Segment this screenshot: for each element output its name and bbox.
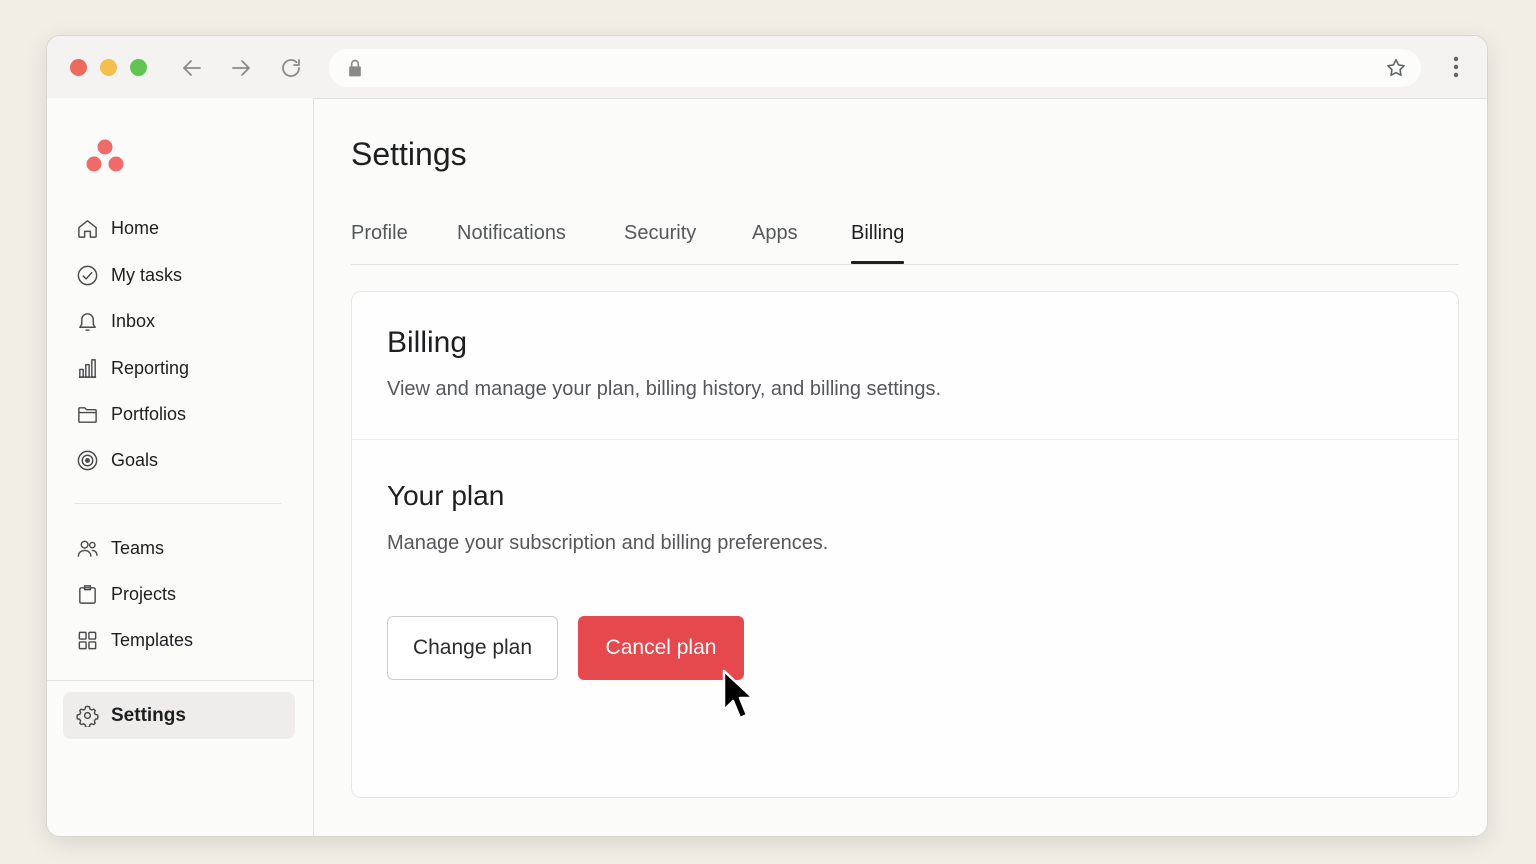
sidebar-item-inbox[interactable]: Inbox bbox=[63, 301, 295, 341]
bell-icon bbox=[75, 309, 99, 333]
change-plan-button[interactable]: Change plan bbox=[387, 616, 558, 680]
check-circle-icon bbox=[75, 263, 99, 287]
card-divider bbox=[352, 439, 1458, 440]
grid-icon bbox=[75, 628, 99, 652]
billing-section-description: View and manage your plan, billing histo… bbox=[387, 378, 942, 400]
sidebar-item-label: Goals bbox=[111, 449, 159, 470]
reload-button[interactable] bbox=[276, 53, 306, 83]
minimize-window-button[interactable] bbox=[100, 59, 117, 76]
tab-notifications[interactable]: Notifications bbox=[457, 222, 566, 262]
tab-profile[interactable]: Profile bbox=[351, 222, 408, 262]
forward-button[interactable] bbox=[226, 53, 256, 83]
sidebar-item-templates[interactable]: Templates bbox=[63, 620, 295, 660]
sidebar-divider bbox=[47, 680, 313, 681]
sidebar-item-label: Inbox bbox=[111, 310, 156, 331]
star-icon[interactable] bbox=[1385, 57, 1407, 79]
maximize-window-button[interactable] bbox=[130, 59, 147, 76]
tab-billing[interactable]: Billing bbox=[851, 222, 905, 264]
gear-icon bbox=[75, 704, 99, 728]
back-arrow-icon bbox=[183, 60, 201, 76]
people-icon bbox=[75, 536, 99, 560]
sidebar-item-reporting[interactable]: Reporting bbox=[63, 348, 295, 388]
close-window-button[interactable] bbox=[70, 59, 87, 76]
sidebar-divider bbox=[75, 503, 281, 504]
lock-icon bbox=[349, 59, 361, 77]
sidebar-item-label: Reporting bbox=[111, 357, 190, 378]
sidebar-item-label: Projects bbox=[111, 583, 177, 604]
folder-icon bbox=[75, 402, 99, 426]
cancel-plan-button[interactable]: Cancel plan bbox=[578, 616, 744, 680]
reload-icon bbox=[282, 59, 300, 77]
page-title: Settings bbox=[351, 136, 467, 172]
target-icon bbox=[75, 448, 99, 472]
browser-toolbar bbox=[47, 36, 1487, 99]
sidebar-item-home[interactable]: Home bbox=[63, 208, 295, 248]
plan-section-title: Your plan bbox=[387, 480, 505, 511]
sidebar-item-label: My tasks bbox=[111, 264, 183, 285]
bar-chart-icon bbox=[75, 356, 99, 380]
billing-card: Billing View and manage your plan, billi… bbox=[351, 291, 1459, 798]
sidebar: Home My tasks Inbox Reporting Portfolios bbox=[47, 98, 314, 836]
home-icon bbox=[75, 216, 99, 240]
sidebar-item-settings[interactable]: Settings bbox=[63, 692, 295, 739]
asana-logo-icon[interactable] bbox=[85, 138, 125, 174]
kebab-menu-icon bbox=[1453, 56, 1459, 78]
forward-arrow-icon bbox=[232, 60, 250, 76]
back-button[interactable] bbox=[177, 53, 207, 83]
browser-menu-button[interactable] bbox=[1443, 54, 1469, 80]
settings-tabs: Profile Notifications Security Apps Bill… bbox=[351, 222, 1459, 265]
sidebar-item-goals[interactable]: Goals bbox=[63, 440, 295, 480]
sidebar-item-my-tasks[interactable]: My tasks bbox=[63, 255, 295, 295]
tab-security[interactable]: Security bbox=[624, 222, 696, 262]
sidebar-item-teams[interactable]: Teams bbox=[63, 528, 295, 568]
sidebar-item-label: Templates bbox=[111, 629, 194, 650]
sidebar-item-projects[interactable]: Projects bbox=[63, 574, 295, 614]
tab-apps[interactable]: Apps bbox=[752, 222, 798, 262]
browser-window: Home My tasks Inbox Reporting Portfolios bbox=[46, 35, 1488, 837]
sidebar-item-label: Teams bbox=[111, 537, 165, 558]
plan-section-description: Manage your subscription and billing pre… bbox=[387, 532, 829, 554]
sidebar-item-label: Settings bbox=[111, 704, 186, 726]
address-bar[interactable] bbox=[329, 49, 1421, 89]
sidebar-item-label: Portfolios bbox=[111, 403, 187, 424]
clipboard-icon bbox=[75, 582, 99, 606]
url-input[interactable] bbox=[377, 49, 1361, 89]
sidebar-item-label: Home bbox=[111, 217, 160, 238]
sidebar-item-portfolios[interactable]: Portfolios bbox=[63, 394, 295, 434]
billing-section-title: Billing bbox=[387, 326, 468, 359]
